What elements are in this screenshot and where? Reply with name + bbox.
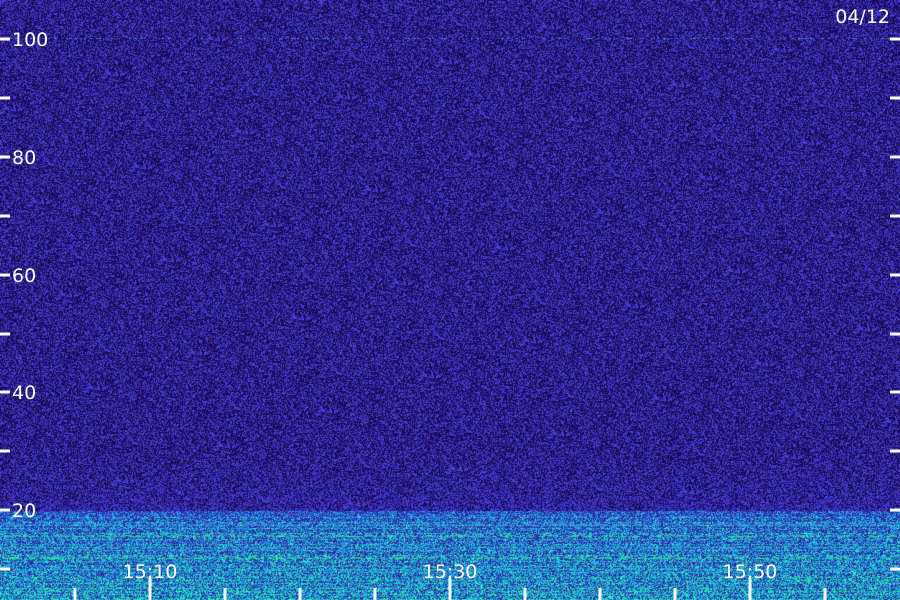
y-tick-label: 80	[12, 147, 36, 169]
y-axis: 100 80 60 40 20	[0, 29, 900, 571]
x-tick-label: 15:50	[723, 561, 778, 583]
x-tick-label: 15:30	[423, 561, 478, 583]
y-tick-label: 100	[12, 29, 48, 51]
x-axis: 15:10 15:30 15:50	[73, 561, 827, 600]
y-tick-label: 60	[12, 265, 36, 287]
chart-axes: 100 80 60 40 20 15:10 15:30 15:50 04/12	[0, 6, 900, 600]
date-label: 04/12	[835, 6, 890, 28]
x-tick-label: 15:10	[123, 561, 178, 583]
y-tick-label: 20	[12, 500, 36, 522]
y-tick-label: 40	[12, 382, 36, 404]
spectrogram-chart: 100 80 60 40 20 15:10 15:30 15:50 04/12	[0, 0, 900, 600]
